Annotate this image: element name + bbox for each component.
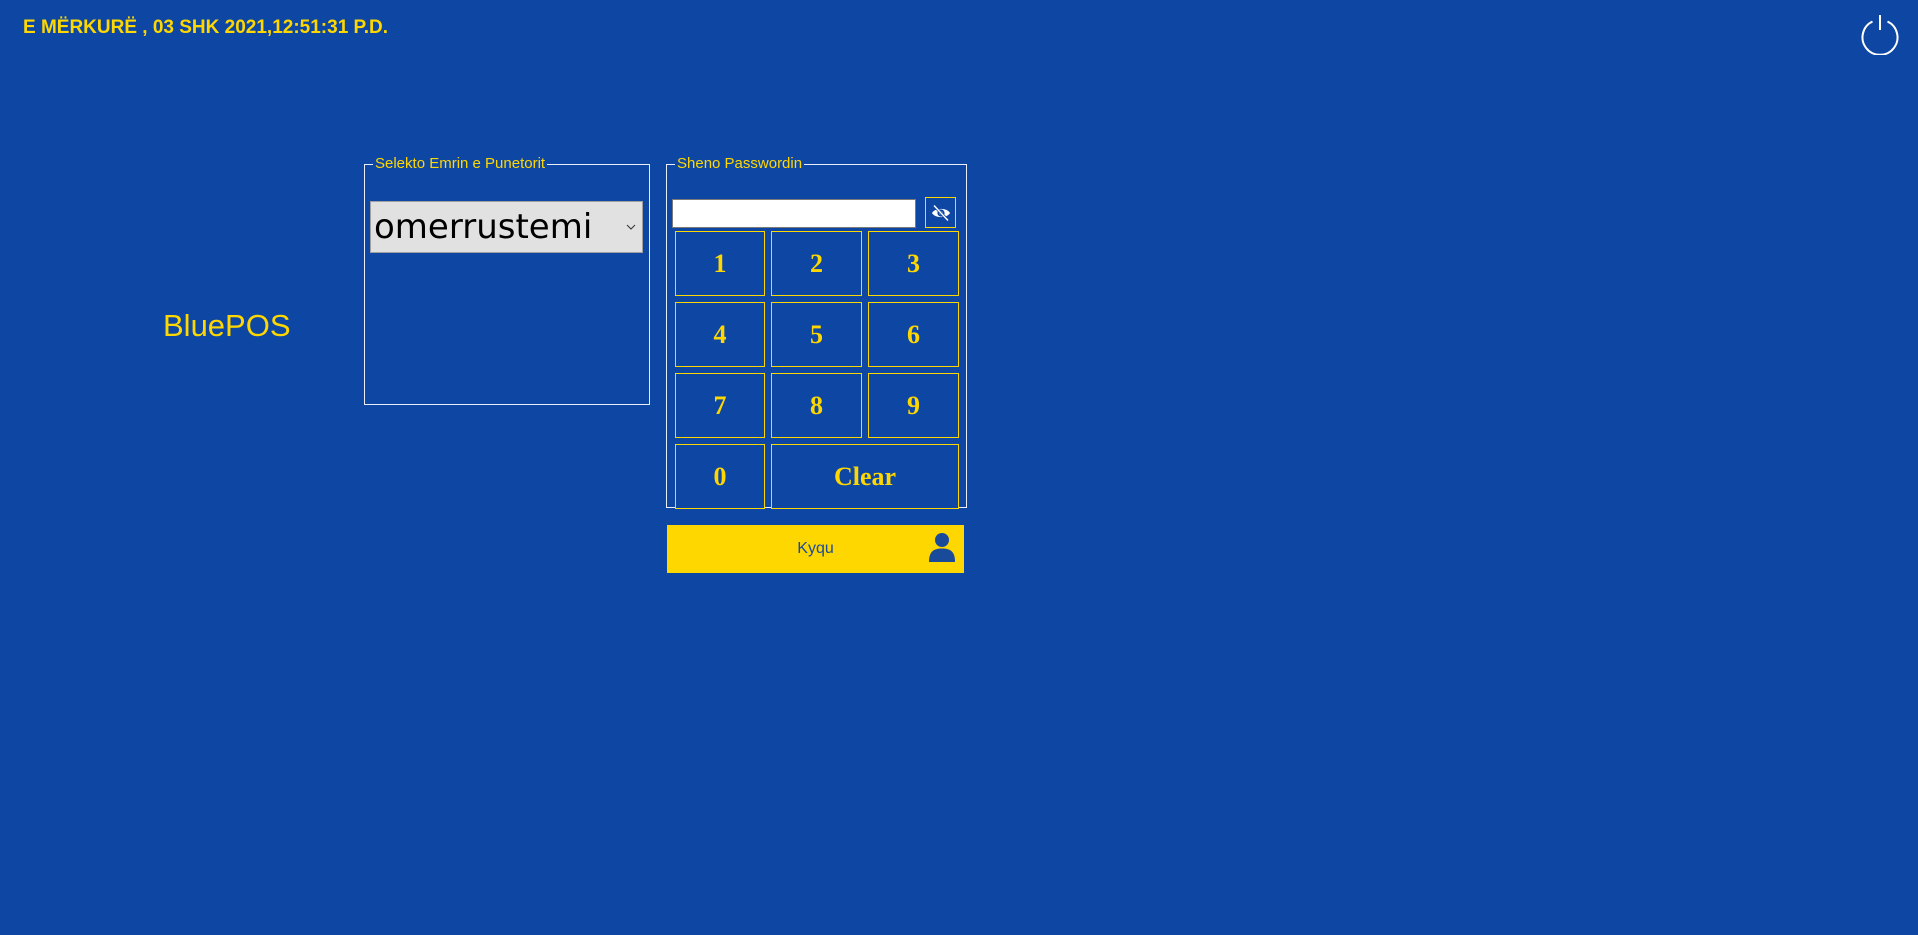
app-brand: BluePOS [163, 308, 291, 343]
employee-select-value: omerrustemi [374, 207, 593, 247]
keypad-2-button[interactable]: 2 [771, 231, 862, 296]
datetime-display: E MËRKURË , 03 SHK 2021,12:51:31 P.D. [23, 17, 389, 38]
keypad-5-button[interactable]: 5 [771, 302, 862, 367]
keypad-9-button[interactable]: 9 [868, 373, 959, 438]
eye-slash-icon [932, 204, 950, 222]
keypad-6-button[interactable]: 6 [868, 302, 959, 367]
keypad-8-button[interactable]: 8 [771, 373, 862, 438]
toggle-password-visibility-button[interactable] [925, 197, 956, 228]
login-button[interactable]: Kyqu [667, 525, 964, 573]
keypad-7-button[interactable]: 7 [675, 373, 765, 438]
keypad-4-button[interactable]: 4 [675, 302, 765, 367]
keypad-clear-button[interactable]: Clear [771, 444, 959, 509]
employee-select[interactable]: omerrustemi [370, 201, 643, 253]
employee-select-group: Selekto Emrin e Punetorit omerrustemi [364, 155, 650, 405]
employee-select-legend: Selekto Emrin e Punetorit [375, 155, 546, 172]
user-icon [929, 533, 955, 562]
keypad-3-button[interactable]: 3 [868, 231, 959, 296]
password-input[interactable] [672, 199, 916, 228]
password-legend: Sheno Passwordin [677, 155, 803, 172]
power-icon [1861, 15, 1899, 56]
password-group: Sheno Passwordin 1 2 3 4 5 6 7 8 9 0 Cle… [666, 155, 967, 509]
login-button-label: Kyqu [797, 540, 834, 557]
chevron-down-icon [626, 224, 636, 230]
keypad-1-button[interactable]: 1 [675, 231, 765, 296]
keypad-0-button[interactable]: 0 [675, 444, 765, 509]
power-button[interactable] [1859, 13, 1901, 56]
